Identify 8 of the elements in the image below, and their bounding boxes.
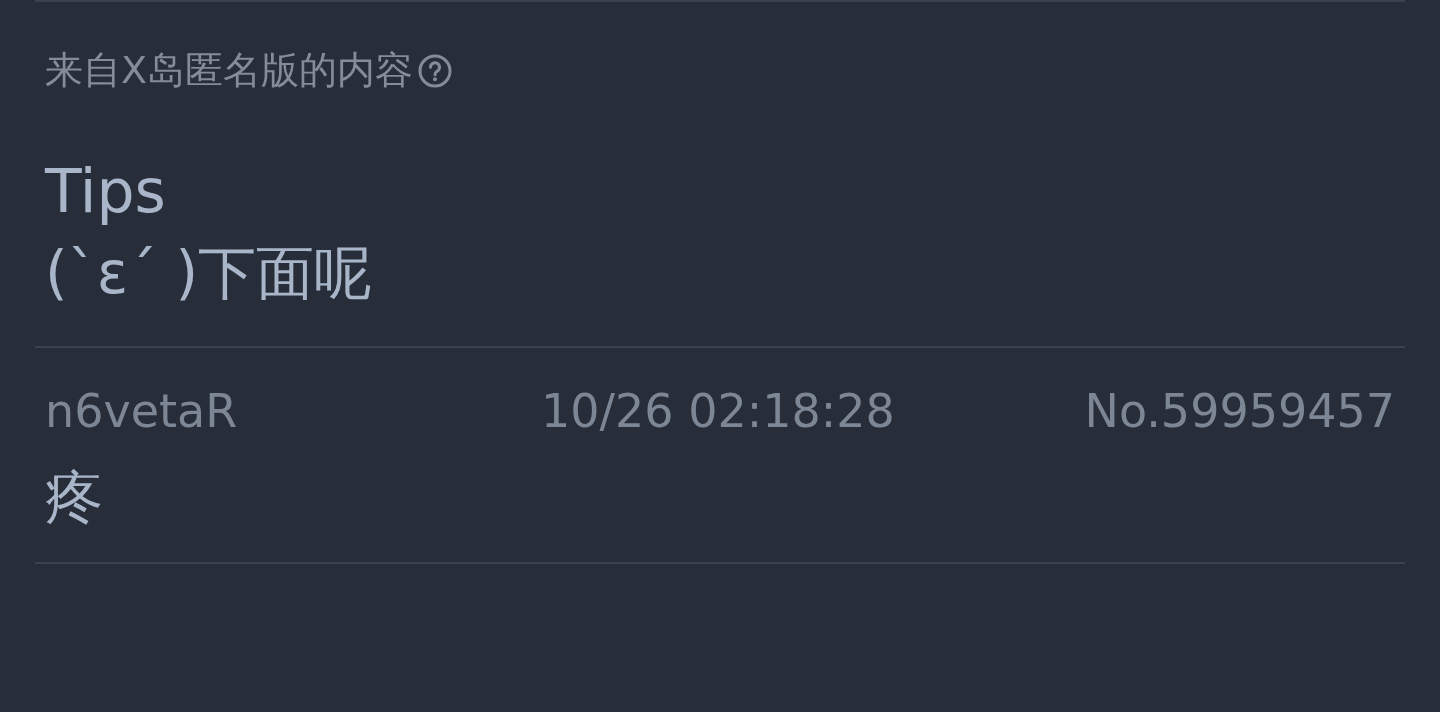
user-id: n6vetaR bbox=[45, 383, 239, 439]
post-body: (`ε´ )下面呢 bbox=[44, 238, 374, 309]
post-number: No.59959457 bbox=[1084, 383, 1395, 438]
help-icon[interactable] bbox=[417, 52, 454, 89]
source-note: 来自X岛匿名版的内容 bbox=[45, 47, 414, 94]
post-time: 10/26 02:18:28 bbox=[541, 383, 895, 439]
reply-body: 疼 bbox=[44, 462, 104, 533]
post-title: Tips bbox=[43, 155, 167, 227]
